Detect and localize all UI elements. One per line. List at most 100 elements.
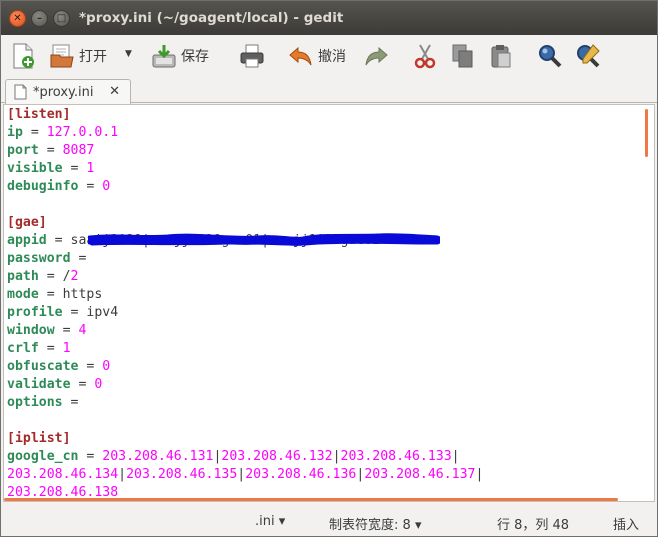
text-editor[interactable]: [listen] ip = 127.0.0.1 port = 8087 visible…	[3, 104, 655, 502]
tab-label: *proxy.ini	[33, 84, 94, 100]
copy-button[interactable]	[451, 41, 475, 71]
ip-address: 203.208.46.134	[7, 467, 119, 482]
save-button[interactable]: 保存	[151, 41, 209, 71]
filetype-dropdown-icon: ▾	[278, 514, 286, 529]
code-line[interactable]: window = 4	[7, 322, 483, 340]
config-key: google_cn	[7, 449, 79, 464]
code-line[interactable]: debuginfo = 0	[7, 178, 483, 196]
close-tab-icon[interactable]: ✕	[109, 84, 120, 99]
equals-sign: =	[54, 323, 79, 338]
ip-separator: |	[332, 449, 341, 464]
config-value: 0	[102, 179, 111, 194]
code-line[interactable]	[7, 412, 483, 430]
ip-address: 203.208.46.137	[364, 467, 476, 482]
config-key: options	[7, 395, 63, 410]
section-header: [gae]	[7, 215, 47, 230]
config-key: validate	[7, 377, 71, 392]
text-file-icon	[14, 84, 27, 100]
redo-button[interactable]	[363, 41, 389, 71]
cursor-position: 行 8，列 48	[497, 518, 570, 533]
print-button[interactable]	[239, 41, 265, 71]
code-line[interactable]: validate = 0	[7, 376, 483, 394]
save-icon	[152, 45, 176, 68]
config-key: crlf	[7, 341, 39, 356]
config-key: port	[7, 143, 39, 158]
paste-button[interactable]	[489, 41, 513, 71]
code-line[interactable]: google_cn = 203.208.46.131|203.208.46.13…	[7, 448, 483, 466]
equals-sign: =	[78, 179, 103, 194]
config-value: 1	[86, 161, 95, 176]
config-key: window	[7, 323, 55, 338]
config-key: password	[7, 251, 71, 266]
code-line[interactable]: port = 8087	[7, 142, 483, 160]
ip-address: 203.208.46.132	[221, 449, 333, 464]
vertical-scrollbar[interactable]	[645, 109, 648, 157]
find-replace-icon	[577, 44, 600, 68]
equals-sign: =	[38, 341, 63, 356]
open-label: 打开	[79, 49, 107, 65]
gedit-window: ✕ – □ *proxy.ini (~/goagent/local) - ged…	[0, 0, 658, 537]
title-bar[interactable]: ✕ – □ *proxy.ini (~/goagent/local) - ged…	[1, 1, 657, 35]
code-line[interactable]: options =	[7, 394, 483, 412]
config-value: /	[62, 269, 71, 284]
code-line[interactable]: [iplist]	[7, 430, 483, 448]
window-title: *proxy.ini (~/goagent/local) - gedit	[79, 10, 344, 26]
equals-sign: =	[70, 251, 95, 266]
tab-width-selector[interactable]: 制表符宽度: 8 ▾	[329, 514, 421, 533]
config-key: debuginfo	[7, 179, 79, 194]
config-value-number: 2	[70, 269, 79, 284]
code-line[interactable]: path = /2	[7, 268, 483, 286]
code-line[interactable]: [listen]	[7, 106, 483, 124]
minimize-window-button[interactable]: –	[31, 10, 48, 27]
ip-separator: |	[451, 449, 460, 464]
config-value: 127.0.0.1	[46, 125, 119, 140]
section-header: [iplist]	[7, 431, 71, 446]
find-button[interactable]	[537, 41, 563, 71]
ip-address: 203.208.46.135	[126, 467, 238, 482]
equals-sign: =	[38, 143, 63, 158]
code-line[interactable]: ip = 127.0.0.1	[7, 124, 483, 142]
cut-button[interactable]	[413, 41, 437, 71]
config-key: ip	[7, 125, 23, 140]
code-content[interactable]: [listen] ip = 127.0.0.1 port = 8087 visible…	[7, 106, 483, 501]
undo-button[interactable]: 撤消	[288, 41, 346, 71]
code-line[interactable]: mode = https	[7, 286, 483, 304]
new-document-button[interactable]	[11, 41, 35, 71]
config-key: mode	[7, 287, 39, 302]
code-line[interactable]: crlf = 1	[7, 340, 483, 358]
config-value: 1	[62, 341, 71, 356]
tab-proxy-ini[interactable]: *proxy.ini ✕	[5, 79, 131, 104]
scissors-icon	[414, 44, 436, 69]
equals-sign: =	[62, 305, 87, 320]
maximize-window-button[interactable]: □	[53, 10, 70, 27]
code-line[interactable]: visible = 1	[7, 160, 483, 178]
open-button[interactable]: 打开	[49, 41, 107, 71]
equals-sign: =	[22, 125, 47, 140]
equals-sign: =	[62, 161, 87, 176]
ip-separator: |	[475, 467, 484, 482]
paste-icon	[491, 45, 511, 68]
close-window-button[interactable]: ✕	[9, 10, 26, 27]
ip-address: 203.208.46.136	[245, 467, 357, 482]
equals-sign: =	[62, 395, 87, 410]
code-line[interactable]: 203.208.46.134|203.208.46.135|203.208.46…	[7, 466, 483, 484]
filetype-selector[interactable]: .ini ▾	[255, 514, 285, 529]
code-line[interactable]: profile = ipv4	[7, 304, 483, 322]
new-document-icon	[13, 43, 34, 69]
section-header: [listen]	[7, 107, 71, 122]
tab-width-dropdown-icon: ▾	[414, 518, 422, 533]
ip-address: 203.208.46.131	[102, 449, 214, 464]
save-label: 保存	[181, 49, 209, 65]
code-line[interactable]: obfuscate = 0	[7, 358, 483, 376]
equals-sign: =	[46, 233, 71, 248]
redaction-scribble	[88, 233, 440, 246]
equals-sign: =	[38, 287, 63, 302]
open-recent-dropdown[interactable]: ▼	[125, 49, 132, 59]
config-key: obfuscate	[7, 359, 79, 374]
equals-sign: =	[78, 359, 103, 374]
ip-separator: |	[118, 467, 127, 482]
horizontal-scrollbar[interactable]	[4, 498, 618, 501]
tab-bar: *proxy.ini ✕	[1, 77, 657, 104]
code-line[interactable]	[7, 196, 483, 214]
replace-button[interactable]	[575, 41, 601, 71]
